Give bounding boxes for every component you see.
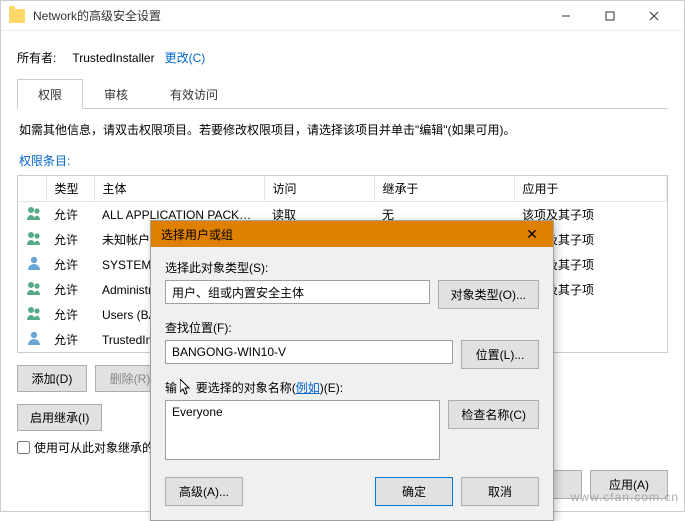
cell-type: 允许: [46, 202, 94, 228]
folder-icon: [9, 9, 25, 23]
modal-cancel-button[interactable]: 取消: [461, 477, 539, 506]
maximize-button[interactable]: [588, 2, 632, 30]
modal-close-button[interactable]: ✕: [517, 226, 547, 243]
apply-button[interactable]: 应用(A): [590, 470, 668, 499]
cell-type: 允许: [46, 302, 94, 327]
object-names-label: 输 要选择的对象名称(例如)(E):: [165, 379, 539, 396]
principal-icon: [18, 202, 46, 228]
owner-label: 所有者:: [17, 49, 56, 66]
col-access[interactable]: 访问: [264, 176, 374, 202]
example-link[interactable]: 例如: [296, 381, 320, 395]
col-type[interactable]: 类型: [46, 176, 94, 202]
owner-value: TrustedInstaller: [72, 51, 154, 65]
window-controls: [544, 2, 676, 30]
titlebar[interactable]: Network的高级安全设置: [1, 1, 684, 31]
modal-body: 选择此对象类型(S): 对象类型(O)... 查找位置(F): 位置(L)...…: [151, 247, 553, 520]
col-applies[interactable]: 应用于: [514, 176, 667, 202]
modal-footer: 高级(A)... 确定 取消: [165, 477, 539, 506]
select-user-or-group-dialog: 选择用户或组 ✕ 选择此对象类型(S): 对象类型(O)... 查找位置(F):…: [150, 220, 554, 521]
cell-type: 允许: [46, 227, 94, 252]
close-button[interactable]: [632, 2, 676, 30]
cell-type: 允许: [46, 277, 94, 302]
owner-value-group: TrustedInstaller 更改(C): [72, 49, 205, 66]
advanced-button[interactable]: 高级(A)...: [165, 477, 243, 506]
modal-ok-button[interactable]: 确定: [375, 477, 453, 506]
col-inherited[interactable]: 继承于: [374, 176, 514, 202]
location-label: 查找位置(F):: [165, 319, 539, 336]
replace-children-checkbox[interactable]: [17, 441, 30, 454]
principal-icon: [18, 252, 46, 277]
check-names-button[interactable]: 检查名称(C): [448, 400, 539, 429]
change-owner-link[interactable]: 更改(C): [165, 51, 206, 65]
cell-type: 允许: [46, 252, 94, 277]
object-type-label: 选择此对象类型(S):: [165, 259, 539, 276]
location-group: 查找位置(F): 位置(L)...: [165, 319, 539, 369]
principal-icon: [18, 302, 46, 327]
cursor-icon: [180, 379, 192, 395]
object-type-group: 选择此对象类型(S): 对象类型(O)...: [165, 259, 539, 309]
principal-icon: [18, 277, 46, 302]
cell-type: 允许: [46, 327, 94, 352]
col-principal[interactable]: 主体: [94, 176, 264, 202]
minimize-button[interactable]: [544, 2, 588, 30]
window-title: Network的高级安全设置: [33, 7, 161, 24]
tabs: 权限 审核 有效访问: [17, 78, 668, 109]
table-header: 类型 主体 访问 继承于 应用于: [18, 176, 667, 202]
enable-inheritance-button[interactable]: 启用继承(I): [17, 404, 102, 431]
modal-title: 选择用户或组: [161, 226, 233, 243]
locations-button[interactable]: 位置(L)...: [461, 340, 539, 369]
entries-label: 权限条目:: [17, 150, 668, 175]
principal-icon: [18, 327, 46, 352]
object-names-input[interactable]: [165, 400, 440, 460]
object-names-group: 输 要选择的对象名称(例如)(E): 检查名称(C): [165, 379, 539, 463]
object-types-button[interactable]: 对象类型(O)...: [438, 280, 539, 309]
location-field[interactable]: [165, 340, 453, 364]
principal-icon: [18, 227, 46, 252]
modal-titlebar[interactable]: 选择用户或组 ✕: [151, 221, 553, 247]
add-button[interactable]: 添加(D): [17, 365, 87, 392]
tab-effective-access[interactable]: 有效访问: [149, 79, 239, 109]
tab-permissions[interactable]: 权限: [17, 79, 83, 109]
hint-text: 如需其他信息，请双击权限项目。若要修改权限项目，请选择该项目并单击"编辑"(如果…: [17, 109, 668, 150]
owner-row: 所有者: TrustedInstaller 更改(C): [17, 49, 668, 66]
object-type-field[interactable]: [165, 280, 430, 304]
tab-auditing[interactable]: 审核: [83, 79, 149, 109]
